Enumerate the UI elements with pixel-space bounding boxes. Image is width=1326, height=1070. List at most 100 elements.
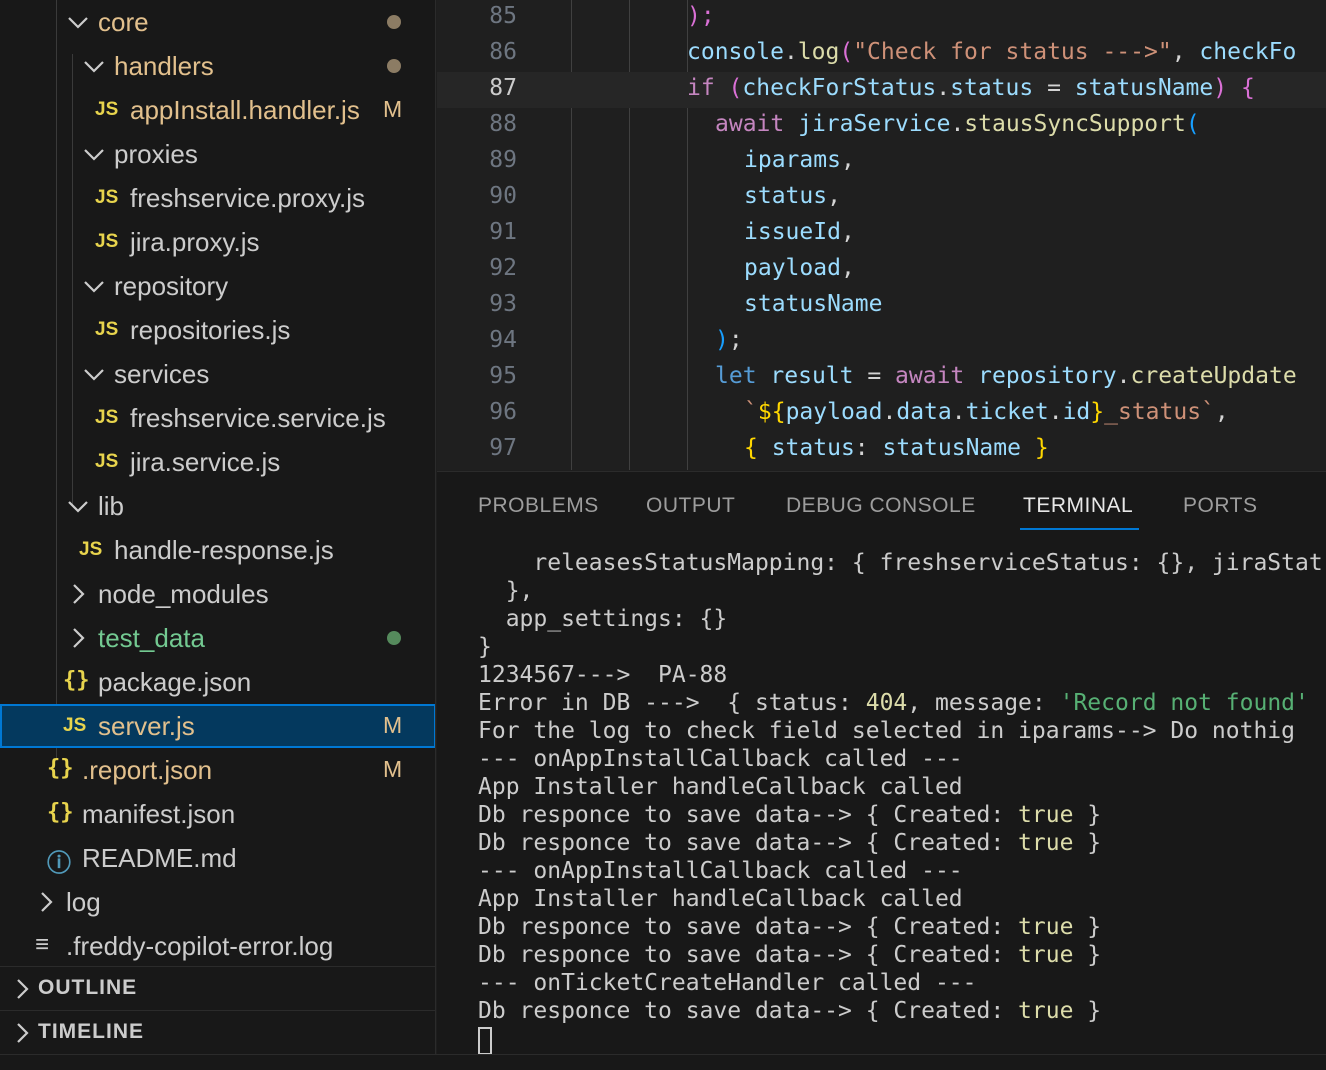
token-punct: ; — [728, 327, 743, 353]
token-object: console — [687, 39, 784, 65]
tree-folder-lib[interactable]: lib — [0, 484, 435, 528]
code-line[interactable]: 85 ); — [437, 0, 1326, 36]
tab-terminal[interactable]: TERMINAL — [1023, 494, 1133, 518]
token-paren: ) — [1213, 75, 1228, 101]
tree-item-label: appInstall.handler.js — [130, 95, 360, 125]
code-line-current[interactable]: 87 if (checkForStatus.status = statusNam… — [437, 72, 1326, 108]
code-line[interactable]: 88 await jiraService.stausSyncSupport( — [437, 108, 1326, 144]
chevron-down-icon[interactable] — [80, 50, 108, 82]
tree-folder-log[interactable]: log — [0, 880, 435, 924]
token-punct: . — [1116, 363, 1131, 389]
line-number: 92 — [489, 255, 517, 281]
tree-file-appinstall-handler-js[interactable]: JS appInstall.handler.js M — [0, 88, 435, 132]
tree-folder-repository[interactable]: repository — [0, 264, 435, 308]
section-outline[interactable]: OUTLINE — [0, 966, 435, 1010]
terminal-text: } — [1073, 942, 1102, 968]
tree-file-repositories-js[interactable]: JS repositories.js — [0, 308, 435, 352]
chevron-right-icon[interactable] — [32, 886, 60, 918]
tree-file-readme-md[interactable]: ⓘ README.md — [0, 836, 435, 880]
line-number: 89 — [489, 147, 517, 173]
code-line[interactable]: 94 ); — [437, 324, 1326, 360]
tree-item-label: jira.service.js — [130, 447, 281, 477]
tree-file-handle-response-js[interactable]: JS handle-response.js — [0, 528, 435, 572]
token-object: repository — [978, 363, 1117, 389]
code-line[interactable]: 86 console.log("Check for status --->", … — [437, 36, 1326, 72]
tree-file-manifest-json[interactable]: {} manifest.json — [0, 792, 435, 836]
tab-ports[interactable]: PORTS — [1183, 494, 1257, 518]
javascript-file-icon: JS — [95, 231, 119, 252]
section-timeline[interactable]: TIMELINE — [0, 1010, 435, 1054]
tree-folder-handlers[interactable]: handlers — [0, 44, 435, 88]
code-editor[interactable]: 85 ); 86 console.log("Check for status -… — [437, 0, 1326, 470]
token-punct: . — [1048, 399, 1063, 425]
terminal-line: For the log to check field selected in i… — [478, 718, 1295, 744]
chevron-right-icon[interactable] — [64, 578, 92, 610]
tree-file-package-json[interactable]: {} package.json — [0, 660, 435, 704]
line-number: 95 — [489, 363, 517, 389]
code-line[interactable]: 92 payload, — [437, 252, 1326, 288]
tree-file-jira-proxy-js[interactable]: JS jira.proxy.js — [0, 220, 435, 264]
code-line[interactable]: 97 { status: statusName } — [437, 432, 1326, 468]
tree-item-label: freshservice.proxy.js — [130, 183, 366, 213]
chevron-down-icon[interactable] — [80, 270, 108, 302]
token-paren: ( — [1185, 111, 1200, 137]
token-variable: statusName — [882, 435, 1021, 461]
git-untracked-dot — [387, 631, 401, 645]
token-template: ` — [744, 399, 758, 425]
terminal-text: } — [1073, 914, 1102, 940]
chevron-right-icon[interactable] — [64, 622, 92, 654]
javascript-file-icon: JS — [95, 319, 119, 340]
tab-debug-console[interactable]: DEBUG CONSOLE — [786, 494, 976, 518]
line-number: 88 — [489, 111, 517, 137]
token-keyword: if — [687, 75, 715, 101]
tree-folder-services[interactable]: services — [0, 352, 435, 396]
token-punct: : — [854, 435, 883, 461]
chevron-down-icon[interactable] — [64, 490, 92, 522]
code-line[interactable]: 96 `${payload.data.ticket.id}_status`, — [437, 396, 1326, 432]
tree-file-jira-service-js[interactable]: JS jira.service.js — [0, 440, 435, 484]
code-line[interactable]: 95 let result = await repository.createU… — [437, 360, 1326, 396]
token-keyword: await — [895, 363, 965, 389]
token-property: ticket — [965, 399, 1049, 425]
tree-folder-node-modules[interactable]: node_modules — [0, 572, 435, 616]
code-line[interactable]: 89 iparams, — [437, 144, 1326, 180]
terminal-text: } — [1073, 830, 1102, 856]
tree-item-label: handlers — [114, 51, 214, 81]
tree-folder-test-data[interactable]: test_data — [0, 616, 435, 660]
tree-file-freshservice-proxy-js[interactable]: JS freshservice.proxy.js — [0, 176, 435, 220]
terminal-line: }, — [478, 578, 534, 604]
token-property: id — [1062, 399, 1091, 425]
token-punct: . — [951, 399, 966, 425]
terminal-line: 1234567---> PA-88 — [478, 662, 728, 688]
chevron-down-icon[interactable] — [64, 6, 92, 38]
tree-folder-proxies[interactable]: proxies — [0, 132, 435, 176]
tree-file-freshservice-service-js[interactable]: JS freshservice.service.js — [0, 396, 435, 440]
token-variable: checkForStatus — [742, 75, 937, 101]
chevron-down-icon[interactable] — [80, 358, 108, 390]
code-line[interactable]: 90 status, — [437, 180, 1326, 216]
chevron-right-icon — [8, 973, 36, 1005]
tree-folder-core[interactable]: core — [0, 0, 435, 44]
tree-item-label: core — [98, 7, 149, 37]
token-paren: ( — [839, 39, 854, 65]
tree-file-freddy-copilot-error-log[interactable]: ≡ .freddy-copilot-error.log — [0, 924, 435, 968]
token-variable: issueId — [744, 219, 841, 245]
token-punct: . — [783, 39, 798, 65]
tab-output[interactable]: OUTPUT — [646, 494, 735, 518]
javascript-file-icon: JS — [95, 407, 119, 428]
tree-file-server-js[interactable]: JS server.js M — [0, 704, 435, 748]
chevron-down-icon[interactable] — [80, 138, 108, 170]
code-line[interactable]: 91 issueId, — [437, 216, 1326, 252]
terminal-boolean: true — [1018, 830, 1074, 856]
tree-file-report-json[interactable]: {} .report.json M — [0, 748, 435, 792]
terminal-text: Db responce to save data--> { Created: — [478, 802, 1019, 828]
token-property: status — [950, 75, 1034, 101]
token-property: data — [896, 399, 952, 425]
git-status-badge: M — [383, 96, 403, 122]
tab-problems[interactable]: PROBLEMS — [478, 494, 599, 518]
code-line[interactable]: 93 statusName — [437, 288, 1326, 324]
terminal-boolean: true — [1018, 914, 1074, 940]
git-status-badge: M — [383, 712, 403, 738]
paren: ); — [687, 3, 715, 29]
javascript-file-icon: JS — [95, 451, 119, 472]
